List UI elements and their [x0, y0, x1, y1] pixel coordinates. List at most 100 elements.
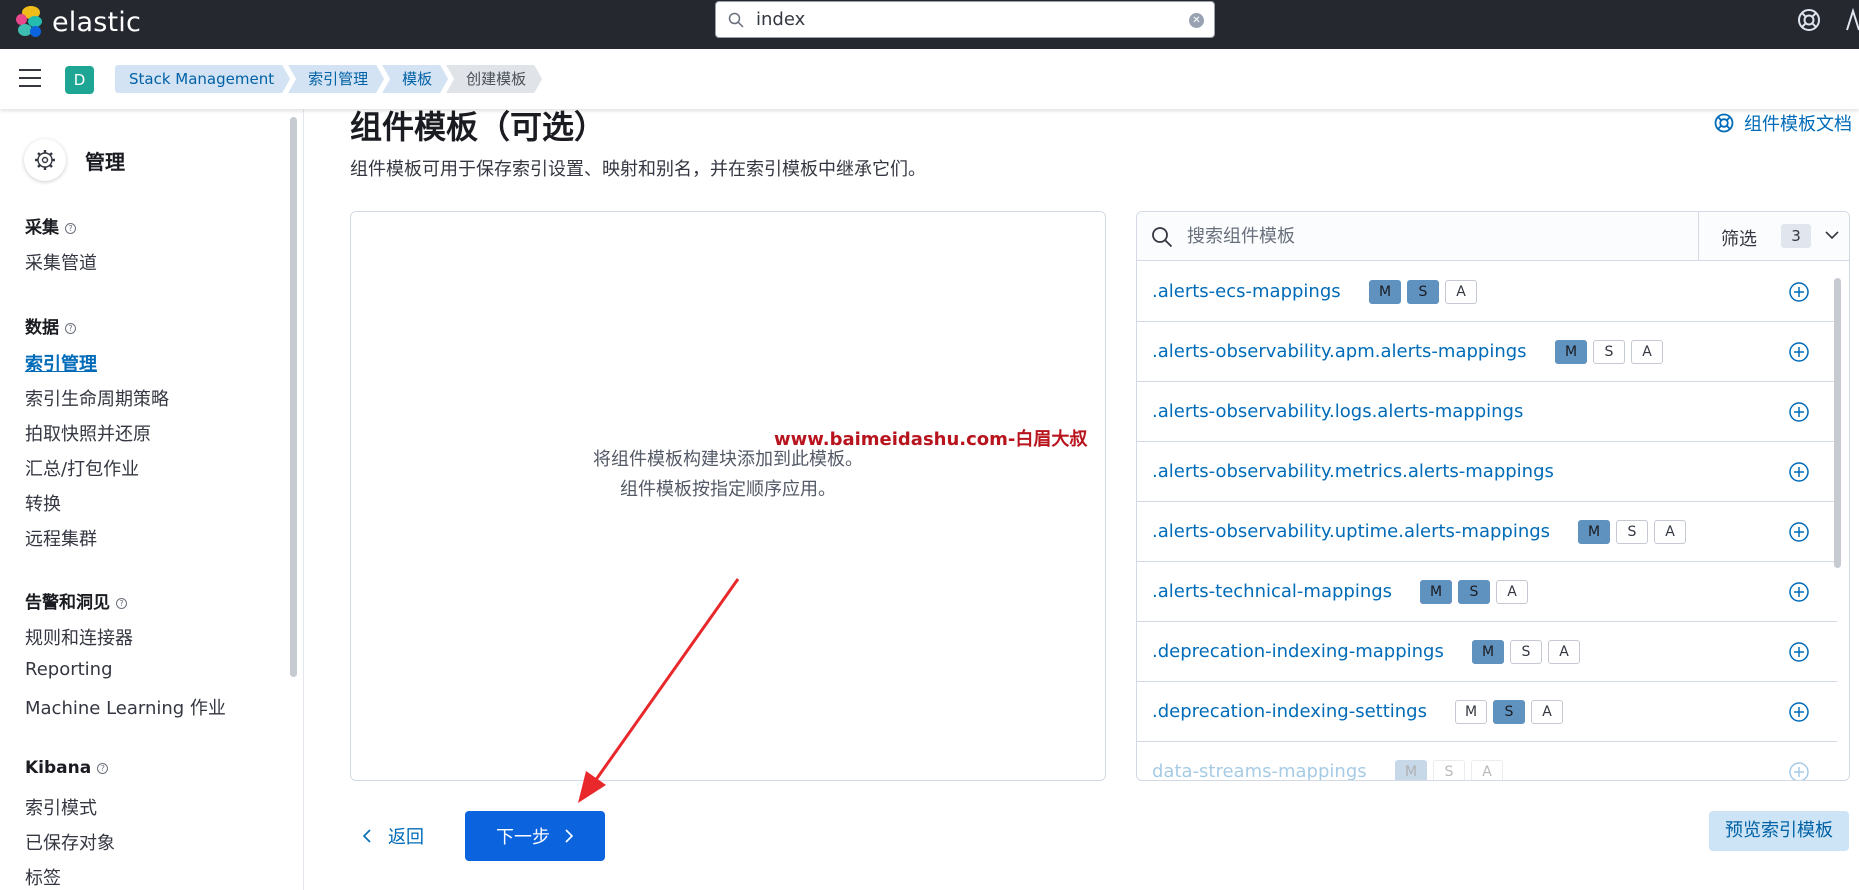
component-template-list-panel: 筛选 3 .alerts-ecs-mappingsMSA.alerts-obse…	[1136, 211, 1850, 781]
add-circle-icon[interactable]	[1788, 641, 1810, 663]
badge-m: M	[1472, 640, 1504, 664]
list-item: .deprecation-indexing-settings M S A	[1137, 682, 1837, 742]
component-search-input[interactable]	[1187, 222, 1667, 250]
badge-s: S	[1593, 340, 1625, 364]
badge-a: A	[1496, 580, 1528, 604]
breadcrumb-templates[interactable]: 模板	[382, 65, 448, 93]
breadcrumb-stack-management[interactable]: Stack Management	[115, 65, 290, 93]
badge-s: S	[1433, 760, 1465, 780]
list-item: .alerts-ecs-mappings M S A	[1137, 262, 1837, 322]
badge-m: M	[1455, 700, 1487, 724]
global-search[interactable]: index ✕	[715, 1, 1215, 38]
sidebar-item-ml-jobs[interactable]: Machine Learning 作业	[25, 694, 226, 720]
sidebar-item-ingest-pipelines[interactable]: 采集管道	[25, 249, 97, 275]
next-button[interactable]: 下一步	[465, 811, 605, 861]
add-circle-icon[interactable]	[1788, 341, 1810, 363]
add-circle-icon[interactable]	[1788, 281, 1810, 303]
badge-s: S	[1407, 280, 1439, 304]
top-header: elastic index ✕	[0, 0, 1859, 49]
sidebar-title: 管理	[85, 150, 125, 174]
sidebar-item-reporting[interactable]: Reporting	[25, 659, 113, 680]
info-icon: ?	[116, 598, 127, 609]
watermark: www.baimeidashu.com-白眉大叔	[774, 429, 1088, 450]
management-gear-icon	[24, 139, 66, 181]
list-item: .alerts-observability.uptime.alerts-mapp…	[1137, 502, 1837, 562]
sidebar-item-index-management[interactable]: 索引管理	[25, 350, 97, 376]
badge-s: S	[1510, 640, 1542, 664]
chevron-left-icon	[362, 829, 371, 843]
badge-s: S	[1493, 700, 1525, 724]
search-value[interactable]: index	[756, 9, 805, 30]
sidebar-section-ingest: 采集?	[25, 213, 76, 238]
component-template-name[interactable]: .deprecation-indexing-mappings	[1152, 641, 1444, 662]
template-badges: MSA	[1578, 520, 1692, 544]
sidebar-item-ilm-policies[interactable]: 索引生命周期策略	[25, 385, 169, 411]
sidebar-scrollbar[interactable]	[290, 117, 297, 677]
add-circle-icon[interactable]	[1788, 761, 1810, 781]
user-menu-icon[interactable]	[1843, 8, 1859, 32]
breadcrumb-create-template: 创建模板	[446, 65, 542, 93]
help-icon[interactable]	[1797, 8, 1821, 32]
component-template-docs-link[interactable]: 组件模板文档	[1714, 110, 1852, 136]
sidebar-item-index-patterns[interactable]: 索引模式	[25, 794, 97, 820]
list-item: .alerts-observability.apm.alerts-mapping…	[1137, 322, 1837, 382]
search-icon	[728, 12, 744, 28]
list-item: .deprecation-indexing-mappings M S A	[1137, 622, 1837, 682]
menu-icon[interactable]	[19, 69, 41, 87]
component-template-name[interactable]: data-streams-mappings	[1152, 761, 1367, 780]
breadcrumb-bar: D Stack Management 索引管理 模板 创建模板	[0, 49, 1859, 109]
badge-m: M	[1395, 760, 1427, 780]
sidebar-item-rules-connectors[interactable]: 规则和连接器	[25, 624, 133, 650]
list-item: .alerts-observability.logs.alerts-mappin…	[1137, 382, 1837, 442]
badge-s: S	[1616, 520, 1648, 544]
filter-label: 筛选	[1721, 229, 1757, 250]
chevron-right-icon	[565, 829, 574, 843]
add-circle-icon[interactable]	[1788, 701, 1810, 723]
sidebar-item-snapshot-restore[interactable]: 拍取快照并还原	[25, 420, 151, 446]
component-template-name[interactable]: .deprecation-indexing-settings	[1152, 701, 1427, 722]
template-badges: MSA	[1420, 580, 1534, 604]
empty-prompt-line2: 组件模板按指定顺序应用。	[620, 479, 836, 500]
badge-m: M	[1420, 580, 1452, 604]
template-badges: MSA	[1555, 340, 1669, 364]
template-badges: MSA	[1472, 640, 1586, 664]
add-circle-icon[interactable]	[1788, 461, 1810, 483]
sidebar-section-kibana: Kibana?	[25, 758, 109, 778]
sidebar-section-alerts: 告警和洞见?	[25, 588, 127, 613]
page-description: 组件模板可用于保存索引设置、映射和别名，并在索引模板中继承它们。	[350, 159, 926, 180]
badge-m: M	[1369, 280, 1401, 304]
back-label: 返回	[388, 827, 424, 848]
sidebar-item-rollup-jobs[interactable]: 汇总/打包作业	[25, 455, 139, 481]
badge-m: M	[1555, 340, 1587, 364]
back-button[interactable]: 返回	[362, 823, 424, 849]
component-template-name[interactable]: .alerts-observability.apm.alerts-mapping…	[1152, 341, 1527, 362]
badge-a: A	[1631, 340, 1663, 364]
component-template-name[interactable]: .alerts-observability.metrics.alerts-map…	[1152, 461, 1554, 482]
sidebar-item-tags[interactable]: 标签	[25, 864, 61, 890]
component-template-name[interactable]: .alerts-observability.logs.alerts-mappin…	[1152, 401, 1523, 422]
badge-s: S	[1458, 580, 1490, 604]
next-label: 下一步	[496, 827, 550, 848]
elastic-logo[interactable]: elastic	[14, 6, 141, 38]
sidebar-item-remote-clusters[interactable]: 远程集群	[25, 525, 97, 551]
badge-a: A	[1654, 520, 1686, 544]
space-avatar[interactable]: D	[65, 66, 94, 94]
clear-search-icon[interactable]: ✕	[1189, 13, 1204, 28]
preview-index-template-button[interactable]: 预览索引模板	[1709, 811, 1849, 851]
sidebar-item-transforms[interactable]: 转换	[25, 490, 61, 516]
add-circle-icon[interactable]	[1788, 401, 1810, 423]
filter-button[interactable]: 筛选 3	[1699, 212, 1849, 261]
component-template-name[interactable]: .alerts-technical-mappings	[1152, 581, 1392, 602]
sidebar-item-saved-objects[interactable]: 已保存对象	[25, 829, 115, 855]
info-icon: ?	[97, 763, 109, 774]
component-search[interactable]	[1137, 212, 1699, 261]
badge-a: A	[1445, 280, 1477, 304]
list-scrollbar[interactable]	[1834, 278, 1841, 568]
chevron-down-icon	[1825, 231, 1839, 240]
component-template-name[interactable]: .alerts-observability.uptime.alerts-mapp…	[1152, 521, 1550, 542]
component-template-name[interactable]: .alerts-ecs-mappings	[1152, 281, 1341, 302]
breadcrumb-index-management[interactable]: 索引管理	[288, 65, 384, 93]
add-circle-icon[interactable]	[1788, 521, 1810, 543]
breadcrumb: Stack Management 索引管理 模板 创建模板	[115, 65, 540, 93]
add-circle-icon[interactable]	[1788, 581, 1810, 603]
